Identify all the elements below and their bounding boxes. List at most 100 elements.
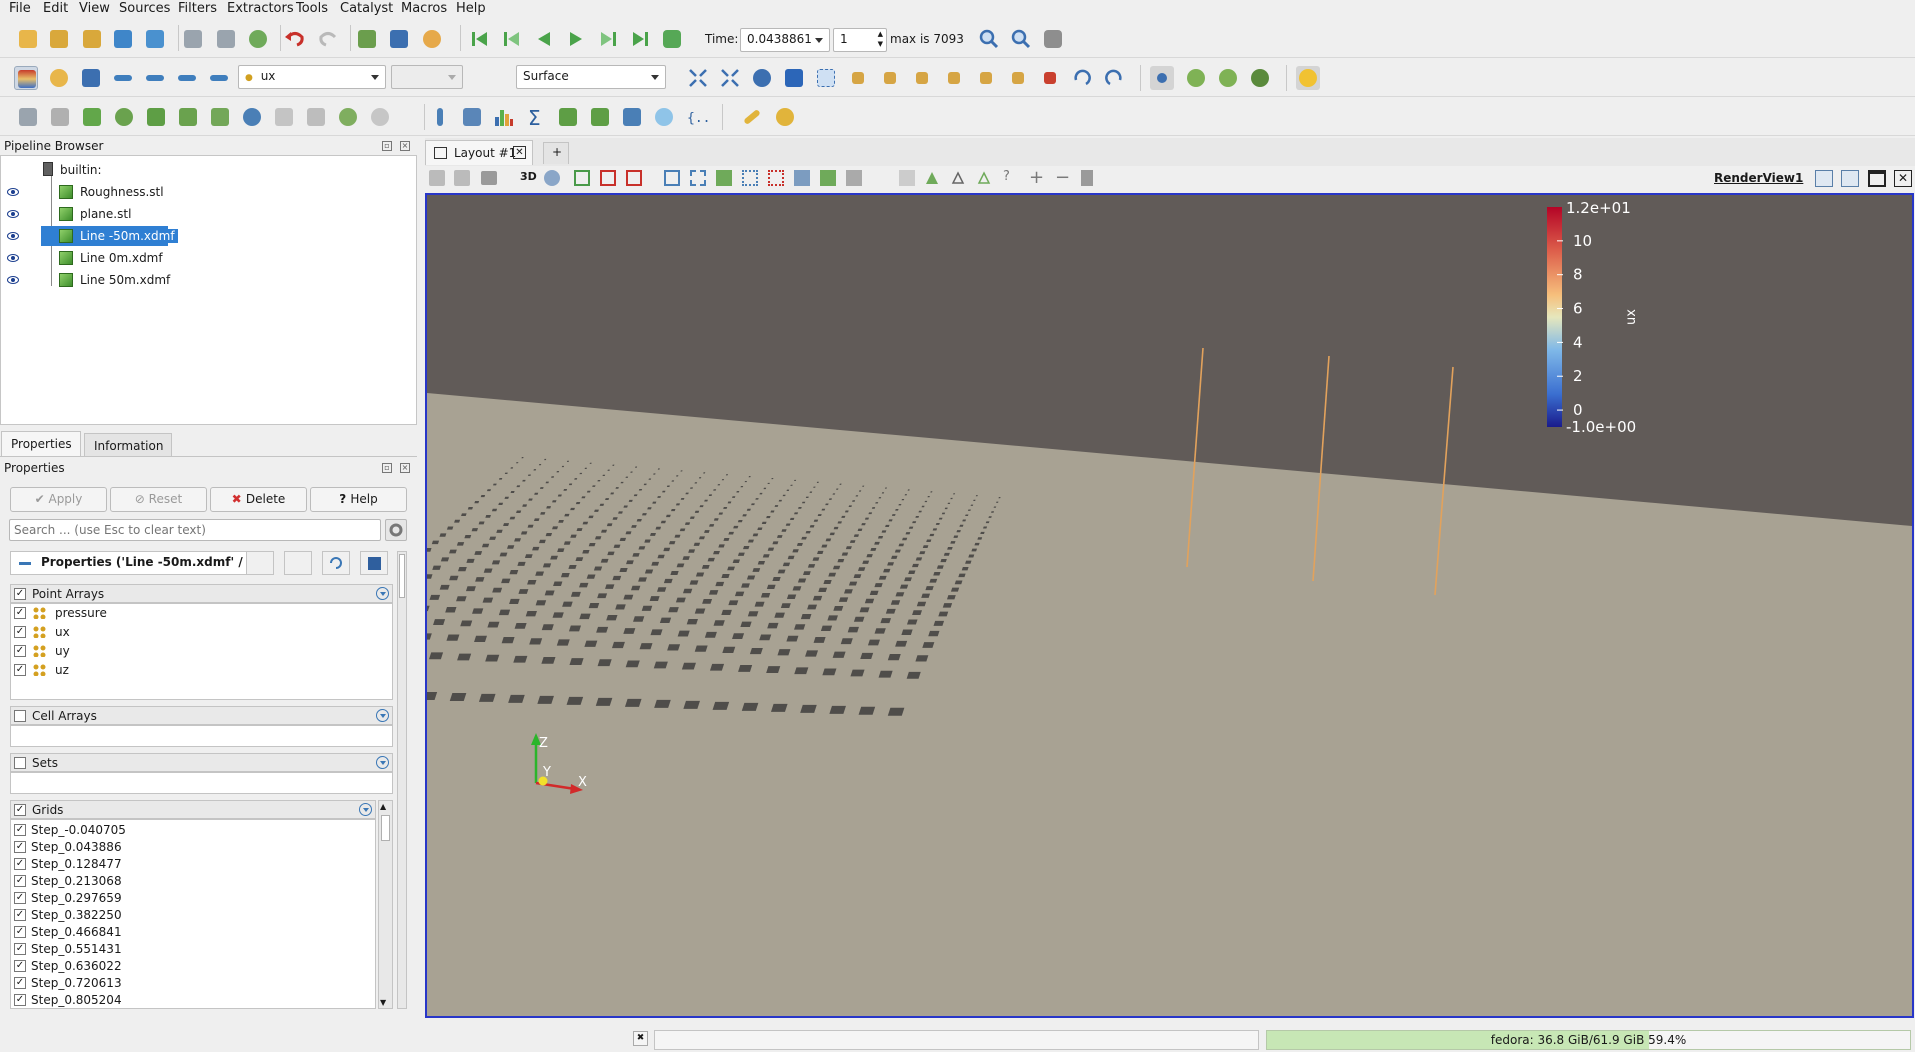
rotate-plus-90-icon[interactable] (1070, 66, 1094, 90)
reset-camera-icon[interactable] (686, 66, 710, 90)
toggle-labels-icon[interactable] (924, 170, 940, 186)
apply-button[interactable]: ✔ Apply (10, 487, 107, 512)
rescale-custom-icon[interactable] (143, 66, 167, 90)
menu-extractors[interactable]: Extractors (227, 1, 294, 16)
undo-icon[interactable] (283, 27, 307, 51)
contour-icon[interactable] (48, 105, 72, 129)
plot-over-line-icon[interactable] (428, 105, 452, 129)
eye-icon[interactable] (7, 275, 19, 285)
python-calculator-icon[interactable] (556, 105, 580, 129)
slice-icon[interactable] (112, 105, 136, 129)
cell-arrays-header[interactable]: Cell Arrays (10, 706, 393, 725)
connect-icon[interactable] (111, 27, 135, 51)
close-tab-icon[interactable]: ✕ (513, 146, 526, 159)
pick-center-icon[interactable] (1216, 66, 1240, 90)
zoom-to-box-icon[interactable] (782, 66, 806, 90)
disconnect-icon[interactable] (143, 27, 167, 51)
point-labels-icon[interactable] (950, 170, 966, 186)
pipeline-item-line-minus-50m[interactable]: Line -50m.xdmf (1, 226, 418, 246)
close-panel-icon[interactable]: × (400, 141, 410, 151)
reset-button[interactable]: ⊘ Reset (110, 487, 207, 512)
grids-checkbox[interactable]: ✓ (14, 804, 26, 816)
zoom-box-icon[interactable] (814, 66, 838, 90)
help-button[interactable]: ? Help (310, 487, 407, 512)
loop-icon[interactable] (660, 27, 684, 51)
grid-checkbox[interactable]: ✓ (14, 858, 26, 870)
view-plus-y-icon[interactable] (910, 66, 934, 90)
select-points-on-icon[interactable] (600, 170, 616, 186)
screenshot-icon[interactable] (1041, 27, 1065, 51)
close-panel-icon[interactable]: × (400, 463, 410, 473)
open-folder-icon[interactable] (47, 27, 71, 51)
calculator-icon[interactable] (16, 105, 40, 129)
array-checkbox[interactable]: ✓ (14, 664, 26, 676)
menu-catalyst[interactable]: Catalyst (340, 1, 393, 16)
collapse-minus-icon[interactable] (19, 562, 31, 565)
representation-combo[interactable]: Surface (516, 65, 666, 89)
scrollbar-thumb[interactable] (381, 815, 390, 841)
eye-icon[interactable] (7, 253, 19, 263)
reset-session-icon[interactable] (246, 27, 270, 51)
array-checkbox[interactable]: ✓ (14, 626, 26, 638)
array-checkbox[interactable]: ✓ (14, 607, 26, 619)
select-cells-on-icon[interactable] (574, 170, 590, 186)
menu-macros[interactable]: Macros (401, 1, 447, 16)
grid-checkbox[interactable]: ✓ (14, 977, 26, 989)
render-view[interactable]: Z Y X 10 8 6 4 2 0 1.2e+01 -1.0e+00 ux (425, 193, 1914, 1018)
collapse-circle-icon[interactable] (359, 803, 372, 816)
first-frame-icon[interactable] (468, 27, 492, 51)
grid-checkbox[interactable]: ✓ (14, 960, 26, 972)
histogram-icon[interactable] (492, 105, 516, 129)
cell-arrays-list[interactable] (10, 725, 393, 747)
array-checkbox[interactable]: ✓ (14, 645, 26, 657)
pipeline-item-plane[interactable]: plane.stl (1, 204, 418, 224)
threshold-icon[interactable] (144, 105, 168, 129)
menu-tools[interactable]: Tools (296, 1, 328, 16)
protractor-icon[interactable] (773, 105, 797, 129)
select-points-through-icon[interactable] (690, 170, 706, 186)
interaction-mode-icon[interactable] (544, 170, 560, 186)
pipeline-item-builtin[interactable]: builtin: (1, 160, 418, 180)
collapse-circle-icon[interactable] (376, 709, 389, 722)
grid-checkbox[interactable]: ✓ (14, 909, 26, 921)
float-panel-icon[interactable]: ▫ (382, 463, 392, 473)
save-state-icon[interactable] (214, 27, 238, 51)
reset-camera-closest-icon[interactable] (718, 66, 742, 90)
camera-icon[interactable] (481, 171, 497, 185)
point-arrays-list[interactable]: ✓ pressure ✓ ux ✓ uy ✓ uz (10, 603, 393, 700)
point-arrays-checkbox[interactable]: ✓ (14, 588, 26, 600)
edit-color-map-icon[interactable] (47, 66, 71, 90)
properties-search-input[interactable] (9, 519, 381, 541)
pipeline-browser[interactable]: builtin: Roughness.stl plane.stl Line -5… (0, 155, 417, 425)
view-minus-z-icon[interactable] (1006, 66, 1030, 90)
open-file-icon[interactable] (16, 27, 40, 51)
maximize-icon[interactable] (1868, 170, 1886, 187)
load-state-icon[interactable] (181, 27, 205, 51)
last-frame-icon[interactable] (628, 27, 652, 51)
camera-link-icon[interactable] (387, 27, 411, 51)
zoom-to-data-icon[interactable] (750, 66, 774, 90)
delete-button[interactable]: ✖ Delete (210, 487, 307, 512)
toggle-3d-button[interactable]: 3D (520, 170, 537, 183)
sets-list[interactable] (10, 772, 393, 794)
point-arrays-header[interactable]: ✓ Point Arrays (10, 584, 393, 603)
grids-list[interactable]: ✓ Step_-0.040705 ✓ Step_0.043886 ✓ Step_0.128… (10, 819, 376, 1009)
reverse-play-icon[interactable] (532, 27, 556, 51)
play-icon[interactable] (564, 27, 588, 51)
grid-checkbox[interactable]: ✓ (14, 892, 26, 904)
time-value-field[interactable]: 0.0438861 (740, 28, 830, 52)
pipeline-item-line-50m[interactable]: Line 50m.xdmf (1, 270, 418, 290)
status-close-icon[interactable]: ✖ (633, 1031, 648, 1046)
menu-sources[interactable]: Sources (119, 1, 170, 16)
timestep-spinbox[interactable]: 1 ▲ ▼ (833, 28, 887, 52)
light-kit-icon[interactable] (1296, 66, 1320, 90)
spin-up-icon[interactable]: ▲ (878, 30, 883, 38)
add-to-selection-icon[interactable]: + (1029, 167, 1044, 188)
sets-checkbox[interactable] (14, 757, 26, 769)
eye-icon[interactable] (7, 187, 19, 197)
rotation-center-icon[interactable] (1248, 66, 1272, 90)
zoom-data-icon[interactable] (977, 27, 1001, 51)
properties-group-header[interactable]: Properties ('Line -50m.xdmf' / (10, 551, 273, 575)
tab-layout-1[interactable]: Layout #1 ✕ (425, 140, 533, 165)
extract-subset-icon[interactable] (176, 105, 200, 129)
